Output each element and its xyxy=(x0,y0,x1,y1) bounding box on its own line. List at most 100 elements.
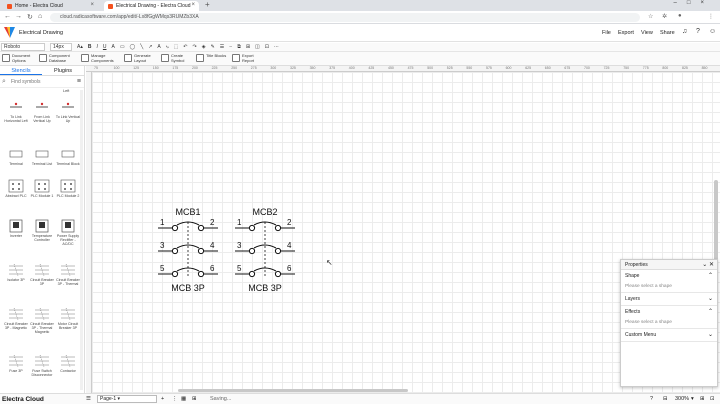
help-icon[interactable]: ? xyxy=(696,28,700,35)
document-options-button[interactable]: Document Options xyxy=(2,53,38,63)
group-icon[interactable]: ◫ xyxy=(255,44,260,50)
symbol-item[interactable]: PLC Module 2 xyxy=(55,179,81,198)
zoom-level[interactable]: 300% xyxy=(675,396,689,402)
zoom-dropdown-icon[interactable]: ▾ xyxy=(691,396,694,402)
canvas-horizontal-scrollbar[interactable] xyxy=(178,389,408,392)
tab-stencils[interactable]: Stencils xyxy=(0,66,42,75)
symbol-item[interactable]: Terminal xyxy=(3,147,29,166)
line-color-icon[interactable]: ✎ xyxy=(211,44,215,50)
zoom-in-icon[interactable]: ⊞ xyxy=(700,396,705,402)
symbol-item[interactable]: Circuit Breaker 3P - Magnetic xyxy=(3,307,29,330)
tab-plugins[interactable]: Plugins xyxy=(42,66,84,75)
new-tab-icon[interactable]: + xyxy=(205,0,210,9)
bold-icon[interactable]: B xyxy=(88,44,92,50)
symbol-item[interactable]: PLC Module 1 xyxy=(29,179,55,198)
section-shape[interactable]: Shape ⌃ Please select a shape xyxy=(621,270,717,293)
symbol-item[interactable]: Circuit Breaker 3P - Thermal Magnetic xyxy=(29,307,55,334)
bookmark-star-icon[interactable]: ☆ xyxy=(648,13,653,20)
chevron-up-icon[interactable]: ⌃ xyxy=(708,308,713,315)
url-field[interactable]: cloud.radicasoftware.com/app/edit/-Lx8fG… xyxy=(50,13,640,22)
page-select[interactable]: Page-1 ▾ xyxy=(97,395,157,403)
menu-file[interactable]: File xyxy=(602,30,611,36)
chevron-down-icon[interactable]: ⌄ xyxy=(708,331,713,338)
text-tool-icon[interactable]: A xyxy=(157,44,160,50)
home-icon[interactable]: ⌂ xyxy=(38,13,42,20)
symbol-item[interactable]: Circuit Breaker 3P - Thermal xyxy=(55,263,81,286)
symbol-item[interactable]: Isolator 3P xyxy=(3,263,29,282)
browser-menu-icon[interactable]: ⋮ xyxy=(708,13,714,20)
symbol-item[interactable]: Terminal Block xyxy=(55,147,81,166)
collapse-close-icon[interactable]: ⌄ ✕ xyxy=(702,260,714,270)
fill-color-icon[interactable]: ◈ xyxy=(202,44,206,50)
menu-view[interactable]: View xyxy=(641,30,653,36)
create-symbol-button[interactable]: Create Symbol xyxy=(161,53,193,63)
reload-icon[interactable]: ↻ xyxy=(27,13,33,21)
more-tools-icon[interactable]: ⋯ xyxy=(274,44,279,50)
symbol-item[interactable]: Circuit Breaker 3P xyxy=(29,263,55,286)
undo-icon[interactable]: ↶ xyxy=(183,44,187,50)
align-icon[interactable]: ⊞ xyxy=(246,44,250,50)
ellipse-tool-icon[interactable]: ◯ xyxy=(130,44,136,50)
symbol-item[interactable]: Abstract PLC xyxy=(3,179,29,198)
symbol-item[interactable]: From Link Vertical Up xyxy=(29,100,55,123)
zoom-out-icon[interactable]: ⊟ xyxy=(663,396,668,402)
fit-page-icon[interactable]: ⊡ xyxy=(710,396,715,402)
symbol-search-input[interactable]: ⌕ Find symbols ≡ xyxy=(0,76,84,88)
select-tool-icon[interactable]: ⬚ xyxy=(174,44,179,50)
close-tab-icon[interactable]: × xyxy=(191,2,195,8)
symbol-item[interactable]: Temperature Controller xyxy=(29,219,55,242)
info-icon[interactable]: ⊞ xyxy=(192,396,197,402)
notification-bell-icon[interactable]: ♫ xyxy=(682,28,687,35)
title-blocks-button[interactable]: Title Blocks xyxy=(196,53,228,62)
symbol-item[interactable]: To Link Horizontal Left xyxy=(3,100,29,123)
extensions-icon[interactable]: ✲ xyxy=(662,13,667,20)
browser-tab-drawing[interactable]: Electrical Drawing - Electra Cloud × xyxy=(104,1,199,11)
user-account-icon[interactable]: ☺ xyxy=(709,28,716,35)
back-icon[interactable]: ← xyxy=(4,13,11,20)
menu-share[interactable]: Share xyxy=(660,30,675,36)
font-family-select[interactable]: Roboto xyxy=(1,43,45,51)
rectangle-tool-icon[interactable]: ▭ xyxy=(120,44,125,50)
page-options-icon[interactable]: ⋮ xyxy=(172,396,178,402)
line-width-icon[interactable]: ☰ xyxy=(220,44,224,50)
manage-components-button[interactable]: Manage Components xyxy=(81,53,121,63)
export-report-button[interactable]: Export Report xyxy=(232,53,264,63)
chevron-down-icon[interactable]: ⌄ xyxy=(708,295,713,302)
lock-icon[interactable]: ⊡ xyxy=(265,44,269,50)
menu-export[interactable]: Export xyxy=(618,30,634,36)
connector-tool-icon[interactable]: ⤷ xyxy=(166,44,169,50)
arrow-tool-icon[interactable]: ↗ xyxy=(148,44,152,50)
chevron-up-icon[interactable]: ⌃ xyxy=(708,272,713,279)
font-size-select[interactable]: 14px xyxy=(50,43,72,51)
symbol-item[interactable]: Power Supply Rectifier - AC/DC xyxy=(55,219,81,246)
arrange-icon[interactable]: ⧉ xyxy=(237,44,241,50)
document-title[interactable]: Electrical Drawing xyxy=(19,30,63,36)
sidebar-scrollbar[interactable] xyxy=(80,90,83,390)
symbol-item[interactable]: Motor Circuit Breaker 3P xyxy=(55,307,81,330)
hamburger-menu-icon[interactable]: ≡ xyxy=(77,76,81,88)
symbol-item[interactable]: Fuse Switch Disconnector xyxy=(29,354,55,377)
redo-icon[interactable]: ↷ xyxy=(193,44,197,50)
text-size-icon[interactable]: A▴ xyxy=(77,44,83,50)
symbol-item[interactable]: Terminal List xyxy=(29,147,55,166)
italic-icon[interactable]: I xyxy=(96,44,97,50)
window-controls[interactable]: –□× xyxy=(674,0,714,6)
generate-layout-button[interactable]: Generate Layout xyxy=(124,53,160,63)
section-effects[interactable]: Effects ⌃ Please select a shape xyxy=(621,306,717,329)
close-tab-icon[interactable]: × xyxy=(90,2,94,8)
grid-icon[interactable]: ▦ xyxy=(181,396,186,402)
add-page-icon[interactable]: + xyxy=(161,396,164,402)
browser-tab-home[interactable]: Home - Electra Cloud × xyxy=(3,1,98,11)
symbol-item[interactable]: Fuse 3P xyxy=(3,354,29,373)
symbol-item[interactable]: To Link Vertical Up xyxy=(55,100,81,123)
component-database-button[interactable]: Component Database xyxy=(39,53,77,63)
page-menu-icon[interactable]: ☰ xyxy=(86,396,91,402)
font-color-icon[interactable]: A xyxy=(112,44,115,50)
help-icon[interactable]: ? xyxy=(650,396,653,402)
section-layers[interactable]: Layers ⌄ xyxy=(621,293,717,306)
symbol-item[interactable]: Inverter xyxy=(3,219,29,238)
underline-icon[interactable]: U xyxy=(103,44,107,50)
symbol-item[interactable]: Contactor xyxy=(55,354,81,373)
section-custom-menu[interactable]: Custom Menu ⌄ xyxy=(621,329,717,342)
line-tool-icon[interactable]: ╲ xyxy=(140,44,143,50)
